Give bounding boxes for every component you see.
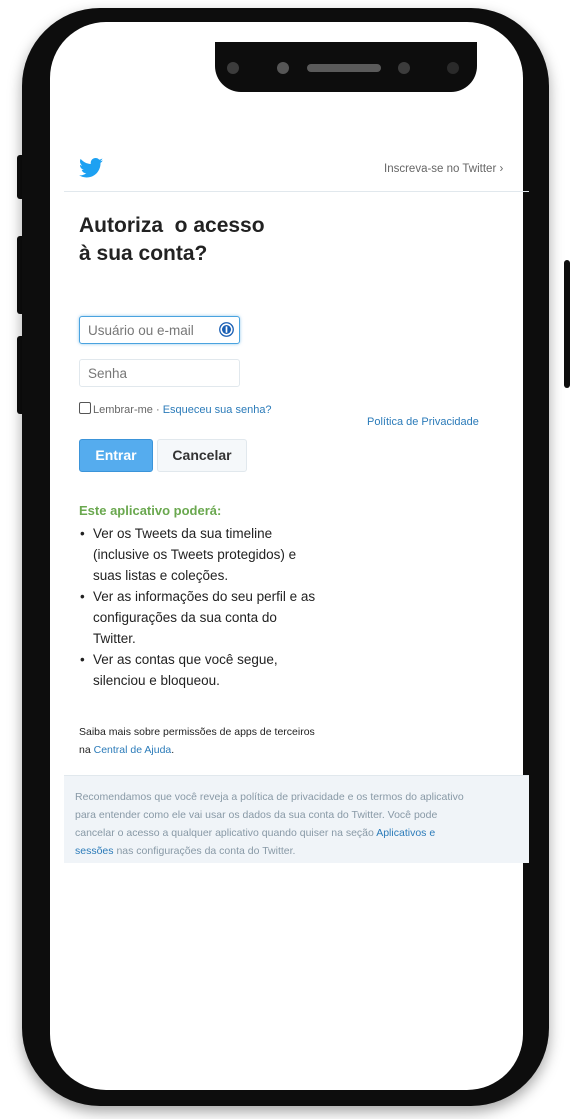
speaker-grille bbox=[307, 64, 381, 72]
separator-dot: · bbox=[152, 404, 163, 416]
permission-text: Ver as contas que você segue, bbox=[93, 652, 278, 667]
forgot-password-link[interactable]: Esqueceu sua senha? bbox=[163, 404, 272, 416]
bullet: • bbox=[80, 652, 85, 667]
permission-text: silenciou e bloqueou. bbox=[93, 673, 220, 688]
permissions-list: • Ver os Tweets da sua timeline (inclusi… bbox=[79, 523, 349, 691]
bullet: • bbox=[80, 526, 85, 541]
notice-line: para entender como ele vai usar os dados… bbox=[75, 809, 438, 821]
notice-line: sessões nas configurações da conta do Tw… bbox=[75, 842, 517, 860]
sensor-dot bbox=[398, 62, 410, 74]
notice-line: Recomendamos que você reveja a política … bbox=[75, 791, 464, 803]
permission-text: Ver os Tweets da sua timeline bbox=[93, 526, 273, 541]
permission-text: suas listas e coleções. bbox=[93, 568, 229, 583]
permissions-heading: Este aplicativo poderá: bbox=[79, 503, 222, 518]
help-center-link[interactable]: Central de Ajuda bbox=[94, 744, 172, 756]
sensor-dot bbox=[447, 62, 459, 74]
notice-text: nas configurações da conta do Twitter. bbox=[113, 845, 296, 857]
permission-item: • Ver os Tweets da sua timeline (inclusi… bbox=[79, 523, 349, 586]
twitter-bird-icon[interactable] bbox=[79, 158, 103, 178]
apps-sessions-link-continued[interactable]: sessões bbox=[75, 845, 114, 857]
cancel-button[interactable]: Cancelar bbox=[157, 439, 247, 472]
password-manager-icon[interactable] bbox=[219, 322, 234, 337]
submit-button[interactable]: Entrar bbox=[79, 439, 153, 472]
sensor-dot bbox=[227, 62, 239, 74]
power-button bbox=[564, 260, 570, 388]
learn-more-text: Saiba mais sobre permissões de apps de t… bbox=[79, 723, 315, 759]
phone-notch bbox=[215, 42, 477, 92]
notice-line: cancelar o acesso a qualquer aplicativo … bbox=[75, 824, 517, 842]
username-input[interactable] bbox=[79, 316, 240, 344]
password-input[interactable] bbox=[79, 359, 240, 387]
permission-text: Ver as informações do seu perfil e as bbox=[93, 589, 316, 604]
learn-more-line: Saiba mais sobre permissões de apps de t… bbox=[79, 726, 315, 738]
permission-text: configurações da sua conta do bbox=[93, 610, 277, 625]
permission-text: Twitter. bbox=[93, 631, 136, 646]
learn-more-suffix: . bbox=[171, 744, 175, 756]
privacy-policy-link[interactable]: Política de Privacidade bbox=[367, 416, 479, 428]
permission-item: • Ver as informações do seu perfil e as … bbox=[79, 586, 349, 649]
camera-dot bbox=[277, 62, 289, 74]
remember-me-checkbox[interactable] bbox=[79, 402, 91, 414]
bullet: • bbox=[80, 589, 85, 604]
privacy-notice: Recomendamos que você reveja a política … bbox=[64, 775, 529, 863]
permission-text: (inclusive os Tweets protegidos) e bbox=[93, 547, 297, 562]
remember-me-label[interactable]: Lembrar-me bbox=[93, 404, 153, 416]
device-mockup: Inscreva-se no Twitter › Autoriza o aces… bbox=[0, 0, 570, 1119]
page-title-line: à sua conta? bbox=[79, 242, 208, 265]
learn-more-line: na Central de Ajuda. bbox=[79, 741, 315, 759]
page-title: Autoriza o acesso à sua conta? bbox=[79, 212, 339, 268]
signup-link[interactable]: Inscreva-se no Twitter › bbox=[384, 163, 503, 175]
learn-more-prefix: na bbox=[79, 744, 94, 756]
apps-sessions-link[interactable]: Aplicativos e bbox=[376, 827, 435, 839]
notice-text: cancelar o acesso a qualquer aplicativo … bbox=[75, 827, 377, 839]
remember-row: Lembrar-me · Esqueceu sua senha? bbox=[79, 402, 272, 416]
header-divider bbox=[64, 191, 529, 192]
permission-item: • Ver as contas que você segue, silencio… bbox=[79, 649, 349, 691]
page-title-line: Autoriza o acesso bbox=[79, 214, 265, 237]
